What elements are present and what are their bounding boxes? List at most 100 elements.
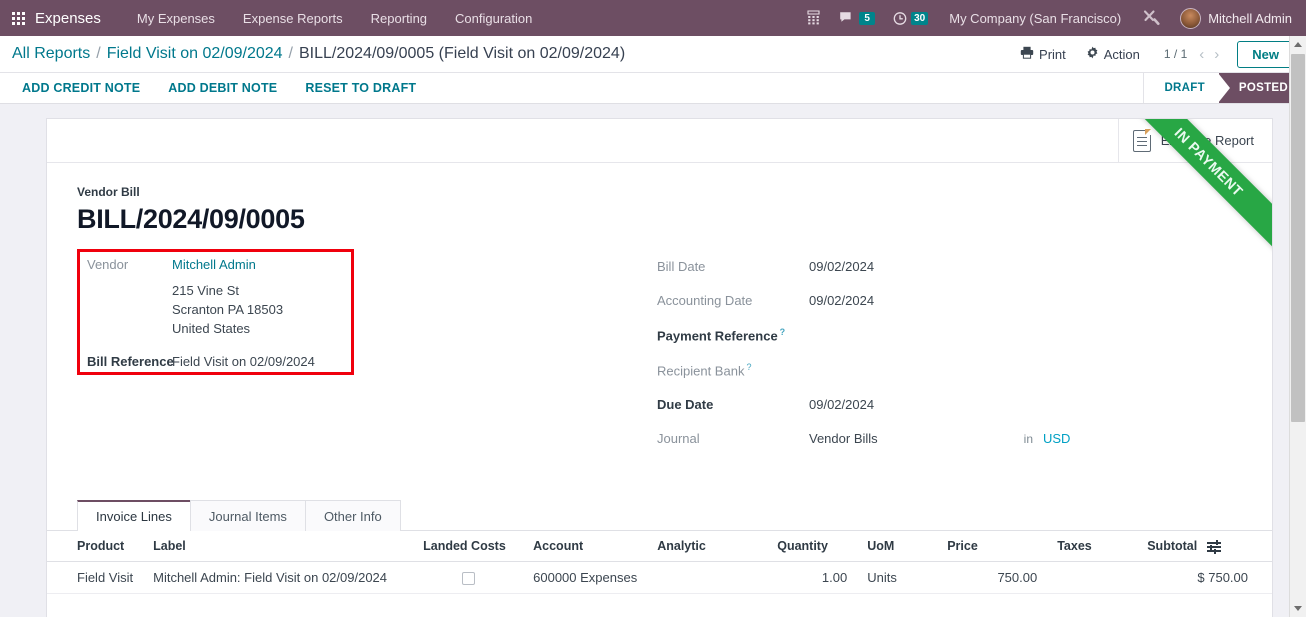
help-icon-recipient-bank[interactable]: ? — [746, 362, 751, 372]
cell-price[interactable]: 750.00 — [937, 561, 1048, 595]
menu-expense-reports[interactable]: Expense Reports — [229, 11, 357, 26]
user-menu[interactable]: Mitchell Admin — [1170, 7, 1296, 29]
accounting-date-field: Accounting Date 09/02/2024 — [657, 293, 1242, 308]
cell-taxes[interactable] — [1047, 561, 1138, 595]
vendor-field: Vendor Mitchell Admin — [87, 257, 657, 272]
invoice-lines-table: Product Label Landed Costs Account Analy… — [47, 531, 1272, 617]
tab-other-info[interactable]: Other Info — [304, 500, 401, 532]
add-credit-note-button[interactable]: ADD CREDIT NOTE — [22, 81, 154, 95]
cell-account[interactable]: 600000 Expenses — [523, 561, 648, 595]
scroll-down-arrow-icon[interactable] — [1290, 600, 1306, 617]
due-date-label: Due Date — [657, 397, 714, 413]
payment-reference-label-text: Payment Reference — [657, 328, 778, 344]
cell-subtotal[interactable]: $ 750.00 — [1137, 561, 1272, 595]
bill-reference-field: Bill Reference Field Visit on 02/09/2024 — [87, 354, 657, 369]
currency-value[interactable]: USD — [1043, 431, 1070, 446]
user-name: Mitchell Admin — [1208, 10, 1292, 26]
cell-uom[interactable]: Units — [857, 561, 938, 595]
sheet-body: Vendor Bill BILL/2024/09/0005 Vendor Mit… — [47, 163, 1272, 465]
breadcrumb-all-reports[interactable]: All Reports — [12, 45, 90, 63]
cell-analytic[interactable] — [647, 561, 768, 595]
form-columns: Vendor Mitchell Admin 215 Vine St Scrant… — [77, 248, 1242, 466]
activities-count: 30 — [911, 11, 929, 25]
column-quantity[interactable]: Quantity — [767, 531, 858, 563]
company-selector[interactable]: My Company (San Francisco) — [937, 11, 1133, 26]
print-button[interactable]: Print — [1010, 42, 1076, 66]
column-account[interactable]: Account — [523, 531, 648, 563]
cell-product[interactable]: Field Visit — [47, 561, 144, 595]
form-kind-label: Vendor Bill — [77, 185, 140, 199]
tools-icon[interactable] — [1133, 0, 1170, 36]
column-price[interactable]: Price — [937, 531, 1048, 563]
breadcrumb-parent-report[interactable]: Field Visit on 02/09/2024 — [107, 45, 283, 63]
printer-icon — [1020, 46, 1034, 62]
journal-value[interactable]: Vendor Bills — [809, 431, 878, 446]
payment-reference-label: Payment Reference? — [657, 327, 809, 343]
column-product[interactable]: Product — [47, 531, 144, 563]
cell-quantity[interactable]: 1.00 — [767, 561, 858, 595]
breadcrumb-current: BILL/2024/09/0005 (Field Visit on 02/09/… — [298, 45, 626, 62]
statusbar-row: ADD CREDIT NOTE ADD DEBIT NOTE RESET TO … — [0, 73, 1306, 104]
tab-journal-items[interactable]: Journal Items — [189, 500, 306, 532]
app-brand[interactable]: Expenses — [35, 10, 101, 27]
column-analytic[interactable]: Analytic — [647, 531, 768, 563]
form-sheet: Expense Report IN PAYMENT Vendor Bill BI… — [46, 118, 1273, 617]
vendor-value[interactable]: Mitchell Admin — [172, 257, 256, 272]
activities-icon[interactable]: 30 — [884, 0, 937, 36]
menu-configuration[interactable]: Configuration — [441, 11, 546, 26]
vendor-address-line-2: Scranton PA 18503 — [172, 301, 284, 317]
help-icon-payment-reference[interactable]: ? — [780, 327, 786, 337]
table-header-row: Product Label Landed Costs Account Analy… — [47, 531, 1272, 563]
vertical-scrollbar[interactable] — [1289, 36, 1306, 617]
cell-landed-costs[interactable] — [413, 561, 524, 595]
column-label[interactable]: Label — [143, 531, 414, 563]
table-body: Field Visit Mitchell Admin: Field Visit … — [47, 561, 1272, 617]
vendor-address-line-1: 215 Vine St — [172, 282, 239, 298]
tab-invoice-lines[interactable]: Invoice Lines — [77, 500, 191, 532]
add-debit-note-button[interactable]: ADD DEBIT NOTE — [154, 81, 291, 95]
cell-label[interactable]: Mitchell Admin: Field Visit on 02/09/202… — [143, 561, 414, 595]
stage-draft[interactable]: DRAFT — [1144, 73, 1219, 103]
recipient-bank-label-text: Recipient Bank — [657, 363, 745, 379]
statusbar-buttons: ADD CREDIT NOTE ADD DEBIT NOTE RESET TO … — [0, 73, 430, 103]
column-subtotal[interactable]: Subtotal — [1137, 531, 1272, 563]
sliders-icon[interactable] — [1206, 540, 1221, 554]
apps-grid-icon[interactable] — [12, 11, 25, 25]
due-date-field: Due Date 09/02/2024 — [657, 397, 1242, 412]
vendor-address-line-3: United States — [172, 320, 251, 336]
scrollbar-thumb[interactable] — [1291, 54, 1305, 422]
messages-icon[interactable]: 5 — [830, 0, 884, 36]
bill-reference-label: Bill Reference — [87, 353, 174, 369]
column-uom[interactable]: UoM — [857, 531, 938, 563]
document-icon — [1132, 129, 1152, 152]
form-left-column: Vendor Mitchell Admin 215 Vine St Scrant… — [77, 248, 657, 466]
gear-icon — [1086, 46, 1099, 62]
column-landed-costs[interactable]: Landed Costs — [413, 531, 524, 563]
reset-to-draft-button[interactable]: RESET TO DRAFT — [291, 81, 430, 95]
new-button[interactable]: New — [1237, 40, 1294, 68]
chevron-right-icon[interactable]: › — [1210, 47, 1223, 62]
breadcrumb-separator-1: / — [96, 45, 101, 62]
column-subtotal-label: Subtotal — [1147, 539, 1198, 554]
table-row[interactable]: Field Visit Mitchell Admin: Field Visit … — [47, 561, 1272, 595]
table-empty-row[interactable] — [47, 593, 1272, 617]
chevron-left-icon[interactable]: ‹ — [1195, 47, 1208, 62]
scroll-up-arrow-icon[interactable] — [1290, 36, 1306, 53]
accounting-date-value[interactable]: 09/02/2024 — [809, 293, 874, 308]
breadcrumb-separator-2: / — [288, 45, 293, 62]
bill-date-value[interactable]: 09/02/2024 — [809, 259, 874, 274]
due-date-value[interactable]: 09/02/2024 — [809, 397, 874, 412]
navbar-right: 5 30 My Company (San Francisco) Mitchell… — [797, 0, 1296, 36]
journal-label: Journal — [657, 431, 700, 447]
menu-my-expenses[interactable]: My Expenses — [123, 11, 229, 26]
bill-reference-value[interactable]: Field Visit on 02/09/2024 — [172, 354, 315, 369]
dialpad-icon[interactable] — [797, 0, 830, 36]
action-button[interactable]: Action — [1076, 42, 1150, 66]
control-panel-actions: Print Action 1 / 1 ‹ › New — [1010, 40, 1294, 68]
currency-field: in USD — [1024, 431, 1071, 446]
control-panel: All Reports / Field Visit on 02/09/2024 … — [0, 36, 1306, 73]
landed-costs-checkbox[interactable] — [461, 572, 475, 586]
column-taxes[interactable]: Taxes — [1047, 531, 1138, 563]
currency-in-label: in — [1023, 432, 1033, 447]
menu-reporting[interactable]: Reporting — [357, 11, 441, 26]
